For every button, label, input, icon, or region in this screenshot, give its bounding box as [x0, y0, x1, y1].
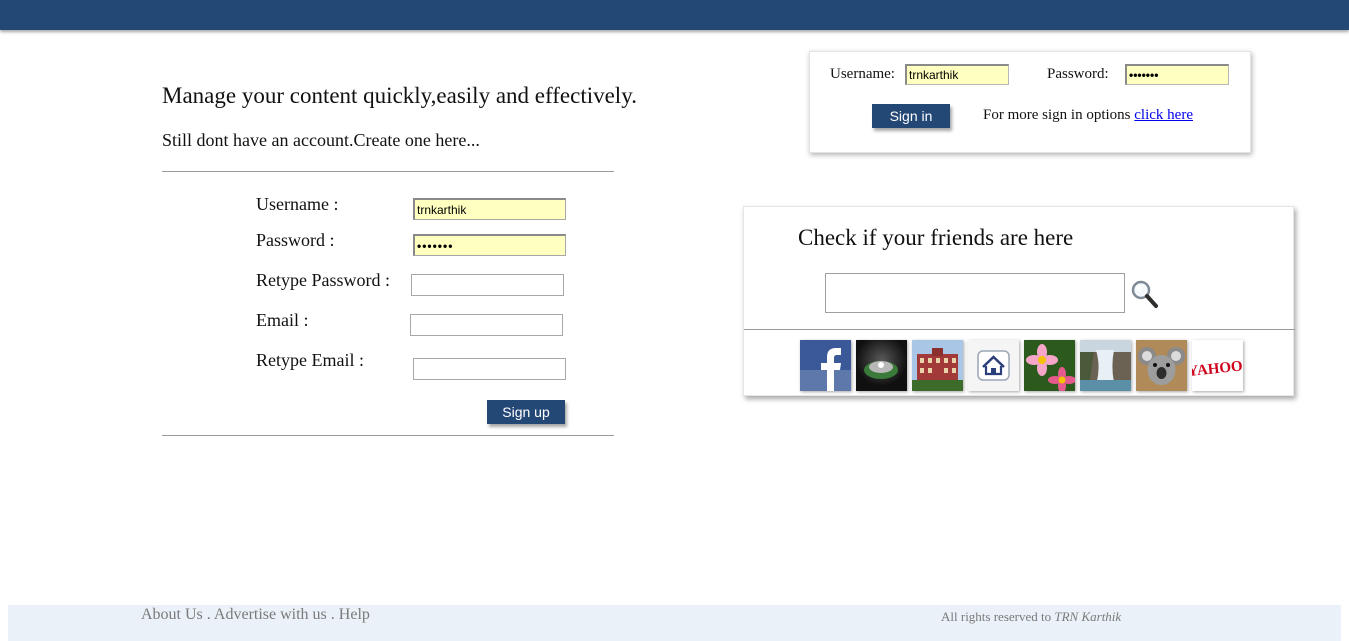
email-input[interactable] [410, 314, 563, 336]
friends-panel: Check if your friends are here YAHOO! [743, 206, 1295, 396]
retype-email-label: Retype Email : [256, 350, 364, 370]
signup-username-label: Username : [256, 194, 339, 214]
facebook-icon[interactable] [800, 340, 851, 391]
magnifier-icon[interactable] [1127, 273, 1161, 313]
more-signin-options: For more sign in options click here [983, 107, 1193, 124]
retype-password-label: Retype Password : [256, 270, 390, 290]
koala-photo-icon[interactable] [1136, 340, 1187, 391]
signin-button[interactable]: Sign in [872, 104, 950, 128]
page-tagline: Manage your content quickly,easily and e… [162, 83, 637, 108]
friends-search-input[interactable] [825, 273, 1125, 313]
home-icon[interactable] [968, 340, 1019, 391]
advertise-link[interactable]: Advertise with us [214, 606, 327, 623]
copyright-name: TRN Karthik [1054, 609, 1122, 624]
footer-separator: . [202, 606, 214, 623]
divider-top [162, 171, 614, 172]
login-password-label: Password: [1047, 66, 1109, 82]
more-options-text: For more sign in options [983, 107, 1131, 123]
login-username-label: Username: [830, 66, 895, 82]
copyright-prefix: All rights reserved to [941, 609, 1055, 624]
disc-photo-icon[interactable] [856, 340, 907, 391]
footer-links: About Us . Advertise with us . Help [141, 606, 370, 624]
yahoo-icon[interactable]: YAHOO! [1192, 340, 1243, 391]
divider-bottom [162, 435, 614, 436]
copyright: All rights reserved to TRN Karthik [941, 609, 1121, 625]
retype-password-input[interactable] [411, 274, 564, 296]
login-box: Username: Password: Sign in For more sig… [809, 51, 1251, 153]
flower-photo-icon[interactable] [1024, 340, 1075, 391]
login-password-input[interactable] [1125, 64, 1229, 85]
friends-divider [744, 329, 1295, 330]
signup-button[interactable]: Sign up [487, 400, 565, 424]
about-us-link[interactable]: About Us [141, 606, 203, 623]
friends-title: Check if your friends are here [798, 225, 1074, 250]
signup-password-input[interactable] [413, 234, 566, 256]
click-here-link[interactable]: click here [1134, 107, 1193, 123]
login-username-input[interactable] [905, 64, 1009, 85]
top-header-bar [0, 0, 1349, 30]
help-link[interactable]: Help [339, 606, 370, 623]
footer-separator: . [326, 606, 339, 623]
waterfall-photo-icon[interactable] [1080, 340, 1131, 391]
signup-username-input[interactable] [413, 198, 566, 220]
retype-email-input[interactable] [413, 358, 566, 380]
signup-password-label: Password : [256, 230, 335, 250]
email-label: Email : [256, 310, 309, 330]
building-photo-icon[interactable] [912, 340, 963, 391]
signup-prompt: Still dont have an account.Create one he… [162, 130, 480, 150]
